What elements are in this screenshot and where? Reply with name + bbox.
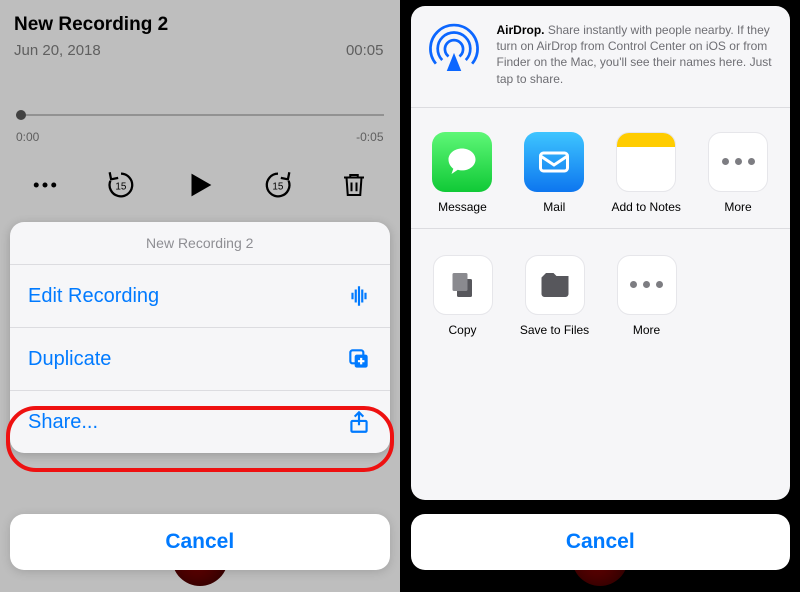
remaining-time: -0:05: [356, 130, 383, 144]
share-sheet: AirDrop. Share instantly with people nea…: [411, 6, 791, 500]
right-screen: AirDrop. Share instantly with people nea…: [400, 0, 800, 592]
trash-icon[interactable]: [339, 170, 369, 205]
recording-duration: 00:05: [346, 42, 384, 59]
recording-title: New Recording 2: [14, 14, 168, 36]
playback-controls: 15 15: [0, 168, 400, 207]
more-actions[interactable]: More: [607, 255, 687, 337]
airdrop-section[interactable]: AirDrop. Share instantly with people nea…: [411, 6, 791, 108]
rewind-15-icon[interactable]: 15: [104, 168, 138, 207]
app-label: Mail: [543, 200, 565, 214]
svg-text:15: 15: [272, 181, 284, 192]
app-label: Message: [438, 200, 487, 214]
more-icon[interactable]: [30, 170, 60, 205]
cancel-label: Cancel: [165, 530, 234, 554]
share-icon: [346, 409, 372, 435]
forward-15-icon[interactable]: 15: [261, 168, 295, 207]
copy-action[interactable]: Copy: [423, 255, 503, 337]
action-label: Share...: [28, 411, 98, 434]
cancel-button[interactable]: Cancel: [411, 514, 791, 570]
message-icon: [432, 132, 492, 192]
duplicate-icon: [346, 346, 372, 372]
more-icon: [617, 255, 677, 315]
airdrop-text: AirDrop. Share instantly with people nea…: [497, 22, 777, 87]
recording-date: Jun 20, 2018: [14, 42, 101, 59]
app-label: Add to Notes: [612, 200, 681, 214]
scrubber[interactable]: [16, 108, 384, 126]
play-icon[interactable]: [183, 168, 217, 207]
mail-app[interactable]: Mail: [514, 132, 594, 214]
message-app[interactable]: Message: [423, 132, 503, 214]
action-label: Edit Recording: [28, 285, 159, 308]
edit-recording-button[interactable]: Edit Recording: [10, 265, 390, 328]
share-apps-row: Message Mail Add to Notes More: [411, 108, 791, 229]
save-to-files-action[interactable]: Save to Files: [515, 255, 595, 337]
waveform-icon: [346, 283, 372, 309]
action-label: Save to Files: [520, 323, 589, 337]
action-label: Copy: [448, 323, 476, 337]
app-label: More: [724, 200, 751, 214]
action-label: Duplicate: [28, 348, 111, 371]
elapsed-time: 0:00: [16, 130, 39, 144]
action-label: More: [633, 323, 660, 337]
mail-icon: [524, 132, 584, 192]
cancel-button[interactable]: Cancel: [10, 514, 390, 570]
copy-icon: [433, 255, 493, 315]
cancel-label: Cancel: [566, 530, 635, 554]
left-screen: New Recording 2 Jun 20, 2018 00:05 0:00 …: [0, 0, 400, 592]
share-button[interactable]: Share...: [10, 391, 390, 453]
action-sheet: New Recording 2 Edit Recording Duplicate…: [10, 222, 390, 453]
more-apps[interactable]: More: [698, 132, 778, 214]
svg-text:15: 15: [116, 181, 128, 192]
folder-icon: [525, 255, 585, 315]
notes-app[interactable]: Add to Notes: [606, 132, 686, 214]
airdrop-icon: [425, 22, 483, 80]
more-icon: [708, 132, 768, 192]
share-actions-row: Copy Save to Files More: [411, 229, 791, 351]
duplicate-button[interactable]: Duplicate: [10, 328, 390, 391]
notes-icon: [616, 132, 676, 192]
sheet-title: New Recording 2: [10, 222, 390, 265]
